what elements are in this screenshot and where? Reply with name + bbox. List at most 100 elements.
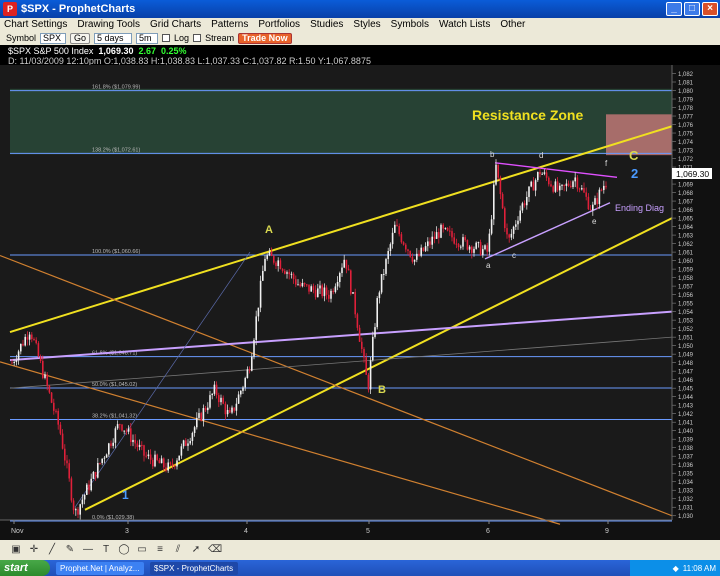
candle-body <box>449 230 451 232</box>
stream-checkbox[interactable] <box>193 34 202 42</box>
start-label: start <box>4 562 28 574</box>
y-tick-label: 1,065 <box>678 217 694 223</box>
candle-body <box>279 260 282 269</box>
candle-body <box>99 463 101 465</box>
drawing-toolbar: ▣ ✛ ╱ ✎ — T ◯ ▭ ≡ ⫽ ➚ ⌫ <box>0 540 720 560</box>
tray-icon[interactable]: ◆ <box>673 564 679 573</box>
range-select[interactable]: 5 days <box>94 32 133 44</box>
candle-body <box>284 270 286 274</box>
fib-level-label: 138.2% ($1,072.61) <box>92 147 140 153</box>
candle-body <box>556 181 559 191</box>
candle-body <box>171 463 174 466</box>
candle-body <box>336 281 339 287</box>
y-tick-label: 1,041 <box>678 421 694 427</box>
price-chart[interactable]: 161.8% ($1,079.99) 138.2% ($1,072.61) 100.… <box>0 65 720 540</box>
channel-tool-icon[interactable]: ⫽ <box>172 544 184 556</box>
candle-body <box>59 424 62 434</box>
candle-body <box>394 224 396 233</box>
y-tick-label: 1,077 <box>678 115 694 121</box>
trade-now-button[interactable]: Trade Now <box>238 32 292 44</box>
quote-name: $SPX S&P 500 Index <box>8 46 94 56</box>
candle-body <box>81 499 84 505</box>
arrow-tool-icon[interactable]: ➚ <box>190 544 202 556</box>
symbol-input[interactable]: SPX <box>40 32 67 44</box>
candle-body <box>400 234 403 243</box>
taskbar-item-browser[interactable]: Prophet.Net | Analyz... <box>56 561 144 575</box>
y-tick-label: 1,042 <box>678 412 694 418</box>
menu-studies[interactable]: Studies <box>310 19 343 30</box>
rectangle-tool-icon[interactable]: ▭ <box>136 544 148 556</box>
candle-body <box>479 242 482 256</box>
y-tick-label: 1,082 <box>678 72 694 78</box>
y-tick-label: 1,040 <box>678 429 694 435</box>
candle-body <box>242 387 244 391</box>
candle-body <box>442 224 444 229</box>
camera-icon[interactable]: ▣ <box>10 544 22 556</box>
line-tool-icon[interactable]: ╱ <box>46 544 58 556</box>
candle-body <box>22 343 24 346</box>
start-button[interactable]: start <box>0 560 50 576</box>
candle-body <box>165 467 167 471</box>
menu-symbols[interactable]: Symbols <box>391 19 429 30</box>
candle-body <box>539 172 541 175</box>
y-tick-label: 1,045 <box>678 387 694 393</box>
crosshair-icon[interactable]: ✛ <box>28 544 40 556</box>
candle-body <box>244 378 246 388</box>
candle-body <box>15 360 18 362</box>
menu-bar: Chart Settings Drawing Tools Grid Charts… <box>0 18 720 31</box>
candle-body <box>143 445 145 456</box>
candle-body <box>125 430 128 432</box>
candle-body <box>257 307 260 317</box>
go-button[interactable]: Go <box>70 32 91 44</box>
menu-styles[interactable]: Styles <box>353 19 380 30</box>
candle-body <box>466 240 469 250</box>
log-checkbox[interactable] <box>162 34 171 42</box>
minimize-button[interactable]: _ <box>666 2 682 16</box>
menu-chart-settings[interactable]: Chart Settings <box>4 19 67 30</box>
fib-tool-icon[interactable]: ≡ <box>154 544 166 556</box>
menu-drawing-tools[interactable]: Drawing Tools <box>77 19 140 30</box>
candle-body <box>325 287 328 295</box>
candle-body <box>541 173 543 175</box>
candle-body <box>70 478 73 501</box>
menu-patterns[interactable]: Patterns <box>211 19 248 30</box>
candle-body <box>319 285 321 289</box>
menu-grid-charts[interactable]: Grid Charts <box>150 19 201 30</box>
candle-body <box>358 327 361 342</box>
candle-body <box>398 226 400 235</box>
menu-watch-lists[interactable]: Watch Lists <box>439 19 490 30</box>
menu-portfolios[interactable]: Portfolios <box>258 19 300 30</box>
eraser-icon[interactable]: ⌫ <box>208 544 222 556</box>
candle-body <box>455 243 458 245</box>
sub-b-label: b <box>490 150 495 159</box>
candle-body <box>484 245 486 250</box>
candle-body <box>365 357 367 375</box>
candle-body <box>435 232 438 239</box>
y-tick-label: 1,053 <box>678 319 694 325</box>
interval-select[interactable]: 5m <box>136 32 159 44</box>
candle-body <box>565 183 568 186</box>
candle-body <box>123 430 125 432</box>
candle-body <box>299 284 301 287</box>
y-tick-label: 1,043 <box>678 404 694 410</box>
candle-body <box>367 374 370 390</box>
y-tick-label: 1,060 <box>678 259 694 265</box>
pencil-icon[interactable]: ✎ <box>64 544 76 556</box>
candle-body <box>418 253 420 256</box>
y-tick-label: 1,036 <box>678 463 694 469</box>
taskbar-item-prophetcharts[interactable]: $SPX - ProphetCharts <box>150 561 238 575</box>
y-tick-label: 1,069 <box>678 183 694 189</box>
horizontal-line-icon[interactable]: — <box>82 544 94 556</box>
candle-body <box>528 186 530 197</box>
menu-other[interactable]: Other <box>500 19 525 30</box>
candle-body <box>583 188 585 193</box>
candle-body <box>68 463 70 479</box>
text-tool-icon[interactable]: T <box>100 544 112 556</box>
y-tick-label: 1,031 <box>678 506 694 512</box>
close-button[interactable]: × <box>702 2 718 16</box>
last-price-value: 1,069.30 <box>676 169 709 179</box>
maximize-button[interactable]: □ <box>684 2 700 16</box>
wave-2-label: 2 <box>631 166 638 181</box>
ellipse-tool-icon[interactable]: ◯ <box>118 544 130 556</box>
candle-body <box>235 403 238 411</box>
